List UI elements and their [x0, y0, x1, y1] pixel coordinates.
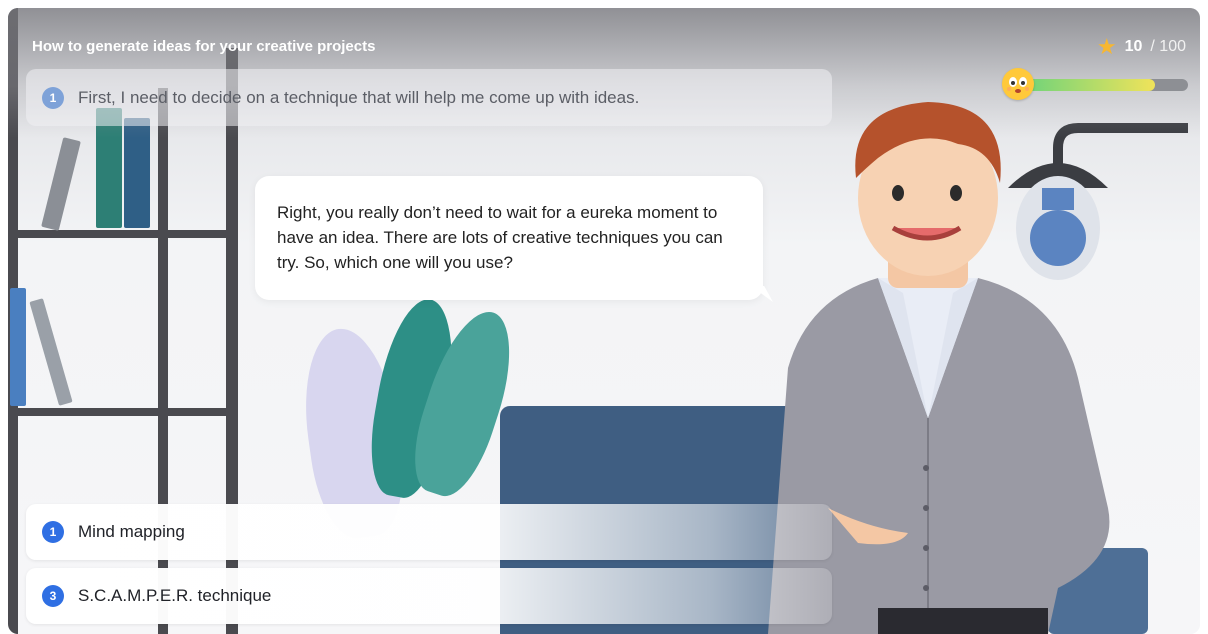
score-total: / 100: [1150, 38, 1186, 55]
answer-option-mind-mapping[interactable]: 1 Mind mapping: [26, 504, 832, 560]
dialogue-text: Right, you really don’t need to wait for…: [277, 203, 723, 272]
smiley-face-icon: [1002, 68, 1034, 100]
lesson-title: How to generate ideas for your creative …: [32, 38, 376, 55]
bookshelf-board: [8, 230, 238, 238]
option-number-badge: 3: [42, 585, 64, 607]
score-display: ★ 10 / 100: [1096, 34, 1186, 59]
mood-progress-bar: [1002, 68, 1188, 100]
speech-bubble: Right, you really don’t need to wait for…: [255, 176, 773, 302]
option-label: S.C.A.M.P.E.R. technique: [78, 586, 272, 605]
step-banner: 1 First, I need to decide on a technique…: [26, 69, 832, 126]
book: [10, 288, 26, 406]
step-number-badge: 1: [42, 86, 64, 109]
bookshelf-board: [8, 408, 238, 416]
progress-fill: [1024, 79, 1156, 91]
progress-track: [1024, 79, 1188, 91]
game-scene: How to generate ideas for your creative …: [8, 8, 1200, 634]
option-label: Mind mapping: [78, 522, 185, 541]
step-text: First, I need to decide on a technique t…: [78, 87, 640, 107]
star-icon: ★: [1096, 34, 1117, 59]
option-number-badge: 1: [42, 521, 64, 543]
answer-option-scamper[interactable]: 3 S.C.A.M.P.E.R. technique: [26, 568, 832, 624]
score-value: 10: [1124, 38, 1143, 55]
